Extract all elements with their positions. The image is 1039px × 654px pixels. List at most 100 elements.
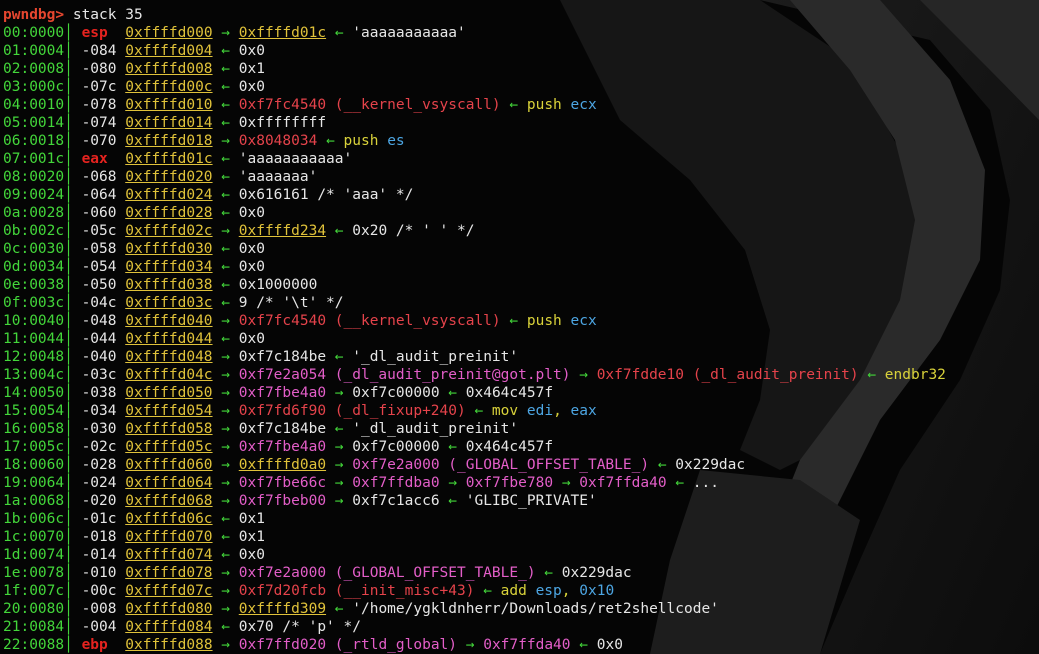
right-arrow-icon: →	[221, 565, 231, 581]
stack-address[interactable]: 0xffffd06c	[125, 510, 212, 528]
stack-address[interactable]: 0xffffd024	[125, 186, 212, 204]
column-separator: │	[64, 637, 82, 653]
value-text: 0x1	[230, 511, 265, 527]
stack-index: 12:0048	[3, 349, 65, 365]
frame-offset: -084	[81, 43, 117, 59]
value-text	[230, 492, 239, 510]
frame-offset: -044	[81, 331, 117, 347]
pointer-target: 0xf7fbe4a0	[238, 385, 327, 401]
right-arrow-icon: →	[334, 457, 344, 473]
pointer-target: 0xf7fbe780	[465, 475, 554, 491]
left-arrow-icon: ←	[221, 115, 231, 131]
pointer-address[interactable]: 0xffffd309	[239, 600, 326, 618]
stack-address[interactable]: 0xffffd03c	[125, 294, 212, 312]
stack-address[interactable]: 0xffffd04c	[125, 366, 212, 384]
stack-address[interactable]: 0xffffd058	[125, 420, 212, 438]
stack-address[interactable]: 0xffffd000	[125, 24, 212, 42]
stack-address[interactable]: 0xffffd018	[125, 132, 212, 150]
stack-address[interactable]: 0xffffd050	[125, 384, 212, 402]
stack-address[interactable]: 0xffffd020	[125, 168, 212, 186]
value-text	[213, 438, 222, 456]
instruction-operand: edi	[526, 403, 554, 419]
stack-index: 1f:007c	[3, 583, 65, 599]
left-arrow-icon: ←	[334, 601, 344, 617]
column-separator: │	[64, 79, 82, 95]
stack-row: 21:0084 │ -004 0xffffd084 ← 0x70 /* 'p' *…	[3, 618, 946, 636]
stack-address[interactable]: 0xffffd030	[125, 240, 212, 258]
pointer-address[interactable]: 0xffffd01c	[239, 24, 326, 42]
stack-address[interactable]: 0xffffd088	[125, 636, 212, 654]
stack-row: 0f:003c │ -04c 0xffffd03c ← 9 /* '\t' */	[3, 294, 946, 312]
pointer-target: 0x8048034	[238, 133, 318, 149]
stack-address[interactable]: 0xffffd074	[125, 546, 212, 564]
terminal-window[interactable]: pwndbg> stack 35 00:0000 │ esp 0xffffd000 …	[0, 0, 1039, 654]
value-text: 'aaaaaaaaaaa'	[230, 151, 353, 167]
prompt-label: pwndbg>	[3, 7, 65, 23]
column-separator: │	[64, 601, 82, 617]
stack-address[interactable]: 0xffffd02c	[125, 222, 212, 240]
pointer-address[interactable]: 0xffffd0a0	[239, 456, 326, 474]
value-text	[213, 114, 222, 132]
column-separator: │	[64, 331, 82, 347]
right-arrow-icon: →	[221, 223, 231, 239]
stack-row: 17:005c │ -02c 0xffffd05c → 0xf7fbe4a0 → …	[3, 438, 946, 456]
left-arrow-icon: ←	[221, 259, 231, 275]
stack-address[interactable]: 0xffffd004	[125, 42, 212, 60]
column-separator: │	[64, 583, 82, 599]
value-text	[213, 132, 222, 150]
value-text: 0x0	[230, 241, 265, 257]
frame-offset: -00c	[81, 583, 117, 599]
stack-address[interactable]: 0xffffd038	[125, 276, 212, 294]
value-text	[213, 78, 222, 96]
pointer-address[interactable]: 0xffffd234	[239, 222, 326, 240]
value-text	[213, 618, 222, 636]
stack-address[interactable]: 0xffffd060	[125, 456, 212, 474]
pointer-target: 0xf7fd6f90 (_dl_fixup+240)	[238, 403, 466, 419]
stack-row: 1f:007c │ -00c 0xffffd07c → 0xf7d20fcb (_…	[3, 582, 946, 600]
stack-address[interactable]: 0xffffd068	[125, 492, 212, 510]
stack-address[interactable]: 0xffffd054	[125, 402, 212, 420]
frame-offset: -054	[81, 259, 117, 275]
right-arrow-icon: →	[221, 133, 231, 149]
stack-address[interactable]: 0xffffd084	[125, 618, 212, 636]
stack-address[interactable]: 0xffffd064	[125, 474, 212, 492]
value-text: 0x229dac	[553, 565, 632, 581]
register-label: esp	[81, 25, 108, 41]
stack-address[interactable]: 0xffffd014	[125, 114, 212, 132]
value-text	[501, 312, 510, 330]
stack-address[interactable]: 0xffffd040	[125, 312, 212, 330]
stack-address[interactable]: 0xffffd078	[125, 564, 212, 582]
value-text	[213, 420, 222, 438]
stack-address[interactable]: 0xffffd048	[125, 348, 212, 366]
stack-address[interactable]: 0xffffd070	[125, 528, 212, 546]
stack-address[interactable]: 0xffffd01c	[125, 150, 212, 168]
stack-address[interactable]: 0xffffd00c	[125, 78, 212, 96]
stack-row: 13:004c │ -03c 0xffffd04c → 0xf7e2a054 (_…	[3, 366, 946, 384]
stack-address[interactable]: 0xffffd010	[125, 96, 212, 114]
stack-address[interactable]: 0xffffd028	[125, 204, 212, 222]
value-text	[230, 366, 239, 384]
frame-offset: -04c	[81, 295, 117, 311]
value-text	[571, 474, 580, 492]
value-text	[326, 492, 335, 510]
stack-index: 1b:006c	[3, 511, 65, 527]
stack-address[interactable]: 0xffffd07c	[125, 582, 212, 600]
stack-address[interactable]: 0xffffd034	[125, 258, 212, 276]
stack-address[interactable]: 0xffffd05c	[125, 438, 212, 456]
frame-offset: -028	[81, 457, 117, 473]
instruction-text: add	[491, 583, 536, 599]
stack-address[interactable]: 0xffffd044	[125, 330, 212, 348]
instruction-text: push	[334, 133, 388, 149]
stack-address[interactable]: 0xffffd080	[125, 600, 212, 618]
instruction-text: ,	[553, 403, 571, 419]
stack-address[interactable]: 0xffffd008	[125, 60, 212, 78]
stack-row: 04:0010 │ -078 0xffffd010 ← 0xf7fc4540 (_…	[3, 96, 946, 114]
